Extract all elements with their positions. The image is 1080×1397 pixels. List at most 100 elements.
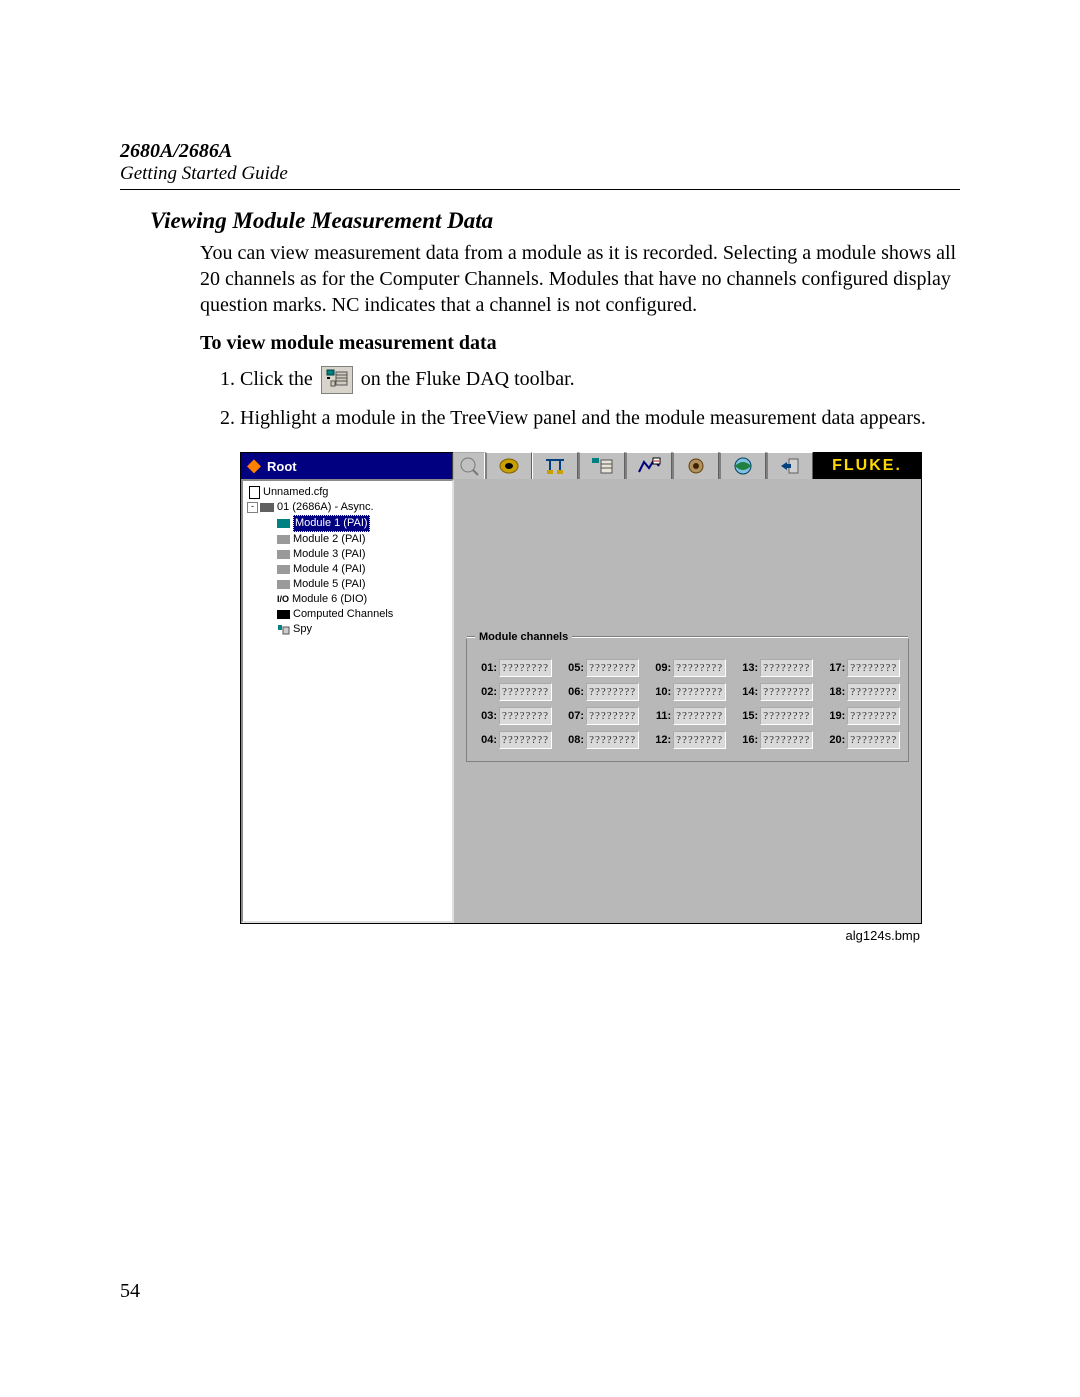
channel-label: 02:: [475, 686, 497, 698]
channel-value: ????????: [760, 659, 813, 677]
channel-value: ????????: [499, 707, 552, 725]
channel-value: ????????: [847, 659, 900, 677]
channel-label: 11:: [649, 710, 671, 722]
channel-cell: 19:????????: [823, 707, 900, 725]
groupbox-title: Module channels: [475, 631, 572, 643]
toolbar-button-module-view[interactable]: [578, 452, 625, 480]
tree-item[interactable]: Module 5 (PAI): [245, 577, 450, 592]
channel-value: ????????: [760, 683, 813, 701]
tree-item[interactable]: Computed Channels: [245, 607, 450, 622]
toolbar-button-config[interactable]: [485, 452, 532, 480]
tree-item[interactable]: Spy: [245, 622, 450, 637]
channel-cell: 02:????????: [475, 683, 552, 701]
channel-cell: 13:????????: [736, 659, 813, 677]
channel-label: 03:: [475, 710, 497, 722]
figure: Root: [240, 452, 920, 943]
collapse-icon[interactable]: -: [247, 502, 258, 513]
channel-label: 17:: [823, 662, 845, 674]
cc-icon: [277, 610, 290, 619]
channel-value: ????????: [847, 683, 900, 701]
channel-cell: 20:????????: [823, 731, 900, 749]
channel-value: ????????: [499, 731, 552, 749]
header-guide: Getting Started Guide: [120, 163, 960, 185]
spy-icon: [277, 624, 290, 635]
intro-paragraph: You can view measurement data from a mod…: [200, 240, 960, 318]
channel-value: ????????: [586, 707, 639, 725]
procedure-title: To view module measurement data: [200, 332, 960, 355]
channel-value: ????????: [760, 731, 813, 749]
channel-label: 14:: [736, 686, 758, 698]
toolbar-button-alarm[interactable]: [672, 452, 719, 480]
channel-cell: 06:????????: [562, 683, 639, 701]
header-model: 2680A/2686A: [120, 140, 960, 163]
channel-label: 10:: [649, 686, 671, 698]
channel-label: 09:: [649, 662, 671, 674]
channel-cell: 05:????????: [562, 659, 639, 677]
modg-icon: [277, 550, 290, 559]
toolbar-button-chart[interactable]: [625, 452, 672, 480]
channel-cell: 01:????????: [475, 659, 552, 677]
brand-logo: FLUKE.: [813, 453, 921, 479]
tree-item[interactable]: Module 2 (PAI): [245, 532, 450, 547]
module-view-toolbar-icon: [321, 366, 353, 394]
channel-label: 19:: [823, 710, 845, 722]
procedure-steps: Click the on the Fluke DAQ toolbar. High…: [212, 365, 960, 432]
content-panel: Module channels 01:????????05:????????09…: [454, 479, 921, 923]
toolbar-button-exit[interactable]: [766, 452, 813, 480]
channel-label: 18:: [823, 686, 845, 698]
device-icon: [260, 503, 274, 512]
app-window: Root: [240, 452, 922, 924]
channel-label: 12:: [649, 734, 671, 746]
channel-cell: 17:????????: [823, 659, 900, 677]
io-icon: I/O: [277, 592, 289, 607]
module-channels-group: Module channels 01:????????05:????????09…: [466, 639, 909, 762]
channel-value: ????????: [586, 731, 639, 749]
tree-root[interactable]: Unnamed.cfg: [245, 485, 450, 500]
tree-item[interactable]: Module 1 (PAI): [245, 515, 450, 532]
channel-cell: 15:????????: [736, 707, 813, 725]
window-title: Root: [267, 459, 297, 474]
channel-cell: 12:????????: [649, 731, 726, 749]
channel-value: ????????: [673, 683, 726, 701]
tree-item[interactable]: Module 3 (PAI): [245, 547, 450, 562]
figure-caption: alg124s.bmp: [240, 928, 920, 943]
toolbar-button-network[interactable]: [532, 452, 578, 480]
tree-item[interactable]: Module 4 (PAI): [245, 562, 450, 577]
title-area: Root: [241, 453, 453, 479]
treeview-panel[interactable]: Unnamed.cfg - 01 (2686A) - Async. Module…: [241, 479, 454, 923]
channel-cell: 18:????????: [823, 683, 900, 701]
step-1: Click the on the Fluke DAQ toolbar.: [240, 365, 960, 394]
section-title: Viewing Module Measurement Data: [150, 208, 960, 234]
page-number: 54: [120, 1280, 140, 1303]
toolbar-button-web[interactable]: [719, 452, 766, 480]
channel-label: 06:: [562, 686, 584, 698]
tree-toolbar-slot: [453, 452, 485, 480]
modg-icon: [277, 535, 290, 544]
channel-cell: 16:????????: [736, 731, 813, 749]
file-icon: [249, 486, 260, 499]
channel-label: 16:: [736, 734, 758, 746]
channel-value: ????????: [586, 683, 639, 701]
channel-value: ????????: [673, 707, 726, 725]
titlebar: Root: [241, 453, 921, 479]
channel-cell: 07:????????: [562, 707, 639, 725]
tree-item[interactable]: I/OModule 6 (DIO): [245, 592, 450, 607]
channel-value: ????????: [847, 731, 900, 749]
channel-label: 07:: [562, 710, 584, 722]
tree-device[interactable]: - 01 (2686A) - Async.: [245, 500, 450, 515]
channel-label: 04:: [475, 734, 497, 746]
channel-label: 05:: [562, 662, 584, 674]
channel-value: ????????: [586, 659, 639, 677]
channel-label: 20:: [823, 734, 845, 746]
channel-value: ????????: [847, 707, 900, 725]
modg-icon: [277, 580, 290, 589]
channel-value: ????????: [760, 707, 813, 725]
channel-label: 01:: [475, 662, 497, 674]
channel-cell: 11:????????: [649, 707, 726, 725]
channel-cell: 10:????????: [649, 683, 726, 701]
channel-label: 13:: [736, 662, 758, 674]
channel-label: 15:: [736, 710, 758, 722]
page-header: 2680A/2686A Getting Started Guide: [120, 140, 960, 190]
channel-value: ????????: [499, 659, 552, 677]
channel-value: ????????: [673, 659, 726, 677]
